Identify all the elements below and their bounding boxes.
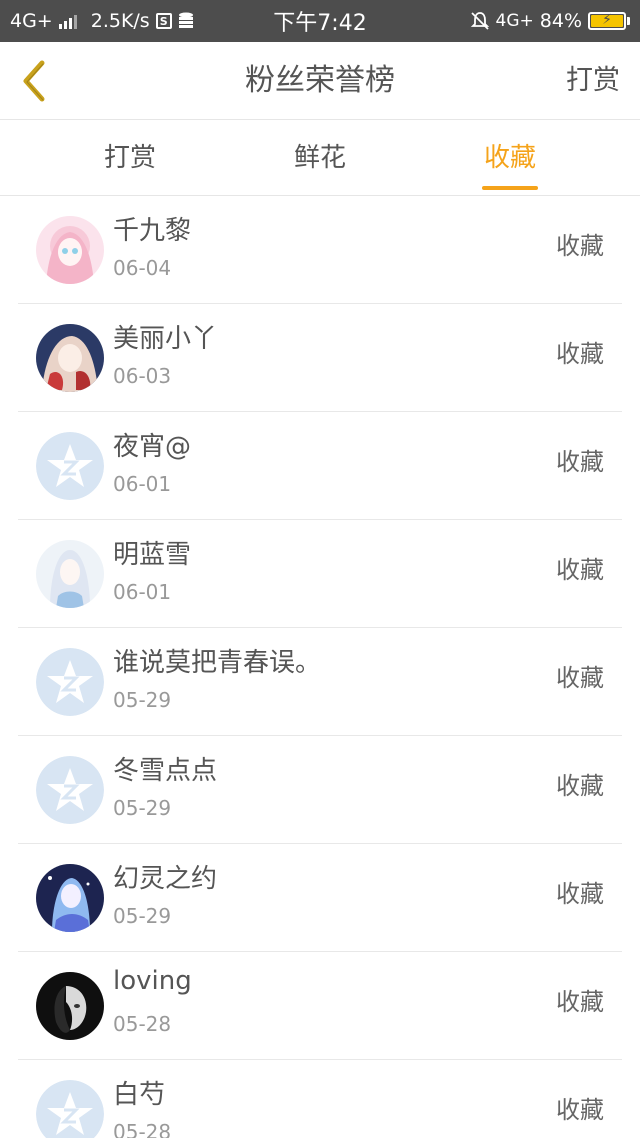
- list-item[interactable]: 谁说莫把青春误。 05-29 收藏: [0, 628, 640, 736]
- tab-reward-label: 打赏: [103, 143, 156, 173]
- battery-percent: 84%: [539, 10, 582, 32]
- fan-name: 幻灵之约: [113, 864, 218, 894]
- reward-button[interactable]: 打赏: [566, 42, 620, 120]
- fan-action: 收藏: [556, 1096, 604, 1124]
- anime-girl-pink-avatar: [36, 216, 104, 284]
- fan-name: 美丽小丫: [113, 324, 218, 354]
- fan-name: 夜宵@: [113, 432, 192, 462]
- avatar: [36, 432, 104, 500]
- fan-name: 谁说莫把青春误。: [113, 648, 322, 678]
- fan-date: 06-01: [113, 472, 172, 496]
- avatar: [36, 1080, 104, 1138]
- tab-flowers-label: 鲜花: [293, 143, 346, 173]
- fan-name: 千九黎: [113, 216, 192, 246]
- tab-flowers[interactable]: 鲜花: [260, 120, 380, 196]
- mute-bell-icon: [470, 12, 489, 30]
- tab-bar: 打赏 鲜花 收藏: [0, 120, 640, 196]
- fan-date: 06-04: [113, 256, 172, 280]
- list-item[interactable]: 美丽小丫 06-03 收藏: [0, 304, 640, 412]
- list-item[interactable]: 千九黎 06-04 收藏: [0, 196, 640, 304]
- avatar: [36, 540, 104, 608]
- avatar: [36, 216, 104, 284]
- list-item[interactable]: 白芍 05-28 收藏: [0, 1060, 640, 1138]
- battery-icon: ⚡: [588, 12, 626, 30]
- fan-date: 05-29: [113, 796, 172, 820]
- anime-girl-red-avatar: [36, 324, 104, 392]
- fan-action: 收藏: [556, 448, 604, 476]
- fan-date: 05-29: [113, 904, 172, 928]
- fan-date: 05-29: [113, 688, 172, 712]
- page-title: 粉丝荣誉榜: [245, 63, 395, 98]
- bw-portrait-avatar: [36, 972, 104, 1040]
- anime-girl-white-avatar: [36, 540, 104, 608]
- list-item[interactable]: 冬雪点点 05-29 收藏: [0, 736, 640, 844]
- tab-reward[interactable]: 打赏: [70, 120, 190, 196]
- list-item[interactable]: loving 05-28 收藏: [0, 952, 640, 1060]
- fan-date: 05-28: [113, 1120, 172, 1138]
- fan-name: 明蓝雪: [113, 540, 192, 570]
- fan-date: 05-28: [113, 1012, 172, 1036]
- network-type-right: 4G+: [495, 11, 534, 31]
- status-right: 4G+ 84% ⚡: [470, 0, 630, 42]
- fan-action: 收藏: [556, 988, 604, 1016]
- fan-date: 06-01: [113, 580, 172, 604]
- fan-action: 收藏: [556, 664, 604, 692]
- avatar: [36, 756, 104, 824]
- fan-name: 白芍: [113, 1080, 166, 1110]
- tab-favorites[interactable]: 收藏: [450, 120, 570, 196]
- tab-favorites-label: 收藏: [483, 143, 536, 173]
- status-bar: 4G+ 2.5K/s S 下午7:42 4G+ 84% ⚡: [0, 0, 640, 42]
- default-qq-avatar: [36, 648, 104, 716]
- fan-action: 收藏: [556, 340, 604, 368]
- fan-action: 收藏: [556, 772, 604, 800]
- avatar: [36, 648, 104, 716]
- avatar: [36, 324, 104, 392]
- header: 粉丝荣誉榜 打赏: [0, 42, 640, 120]
- avatar: [36, 972, 104, 1040]
- anime-girl-blue-avatar: [36, 864, 104, 932]
- fan-action: 收藏: [556, 880, 604, 908]
- fan-name: 冬雪点点: [113, 756, 218, 786]
- default-qq-avatar: [36, 432, 104, 500]
- fan-list: 千九黎 06-04 收藏 美丽小丫 06-03 收藏 夜宵@ 06-01 收藏 …: [0, 196, 640, 1138]
- default-qq-avatar: [36, 1080, 104, 1138]
- fan-action: 收藏: [556, 232, 604, 260]
- avatar: [36, 864, 104, 932]
- tab-indicator: [482, 186, 538, 190]
- list-item[interactable]: 幻灵之约 05-29 收藏: [0, 844, 640, 952]
- fan-date: 06-03: [113, 364, 172, 388]
- fan-action: 收藏: [556, 556, 604, 584]
- default-qq-avatar: [36, 756, 104, 824]
- list-item[interactable]: 夜宵@ 06-01 收藏: [0, 412, 640, 520]
- list-item[interactable]: 明蓝雪 06-01 收藏: [0, 520, 640, 628]
- fan-name: loving: [113, 966, 192, 996]
